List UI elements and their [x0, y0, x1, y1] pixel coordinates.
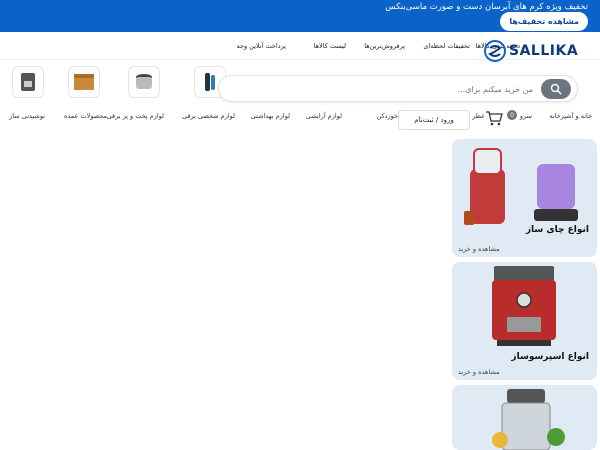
category-serve[interactable]: سرو — [520, 112, 532, 120]
nav-flash-deals[interactable]: تخفیفات لحظه‌ای — [423, 42, 470, 50]
category-home-kitchen[interactable]: خانه و آشپزخانه — [549, 112, 592, 120]
search-icon — [550, 83, 562, 95]
product-card-tea-maker[interactable]: انواع چای ساز مشاهده و خرید — [452, 139, 597, 257]
promo-banner: تخفیف ویژه کرم های آبرسان دست و صورت ماس… — [0, 0, 600, 32]
nav-product-list[interactable]: لیست کالاها — [314, 42, 346, 50]
view-and-buy-link[interactable]: مشاهده و خرید — [458, 368, 500, 376]
box-icon — [74, 74, 94, 90]
pressure-cooker-icon — [136, 74, 152, 89]
category-icon-bulk[interactable] — [68, 66, 100, 98]
card-title: انواع اسپرسوساز — [511, 352, 589, 362]
tea-maker-image — [464, 148, 578, 225]
category-bulk[interactable]: محصولات عمده — [64, 112, 107, 120]
view-and-buy-link[interactable]: مشاهده و خرید — [458, 245, 500, 253]
card-title: انواع چای ساز — [525, 225, 589, 235]
category-drink-maker[interactable]: نوشیدنی ساز — [9, 112, 45, 120]
nav-bestsellers[interactable]: پرفروش‌ترین‌ها — [364, 42, 405, 50]
search-input[interactable] — [233, 82, 533, 96]
product-card-chopper[interactable] — [452, 385, 597, 450]
category-cooking[interactable]: لوازم پخت و پز برقی — [107, 112, 164, 120]
cart-icon[interactable] — [484, 108, 504, 128]
category-icon-cooking[interactable] — [128, 66, 160, 98]
search-bar — [218, 75, 578, 102]
product-card-espresso[interactable]: انواع اسپرسوساز مشاهده و خرید — [452, 262, 597, 380]
logo-icon — [484, 40, 506, 62]
category-personal[interactable]: لوازم شخصی برقی — [182, 112, 235, 120]
cart-count-badge: 0 — [507, 110, 517, 120]
category-icon-espresso[interactable] — [12, 66, 44, 98]
nav-online-payment[interactable]: پرداخت آنلاین وجه — [236, 42, 286, 50]
view-discounts-button[interactable]: مشاهده تخفیف‌ها — [500, 12, 588, 31]
promo-text: تخفیف ویژه کرم های آبرسان دست و صورت ماس… — [385, 2, 588, 12]
espresso-machine-icon — [21, 73, 35, 91]
login-register-button[interactable]: ورود / ثبت‌نام — [398, 110, 470, 130]
search-button[interactable] — [541, 79, 571, 99]
espresso-machine-image — [492, 266, 556, 346]
logo-text: SALLIKA — [509, 43, 579, 59]
category-hygiene[interactable]: لوازم بهداشتی — [251, 112, 290, 120]
category-cosmetics[interactable]: لوازم آرایشی — [306, 112, 342, 120]
food-chopper-image — [492, 389, 565, 450]
site-logo[interactable]: SALLIKA — [484, 40, 584, 62]
trimmer-icon — [205, 73, 215, 91]
